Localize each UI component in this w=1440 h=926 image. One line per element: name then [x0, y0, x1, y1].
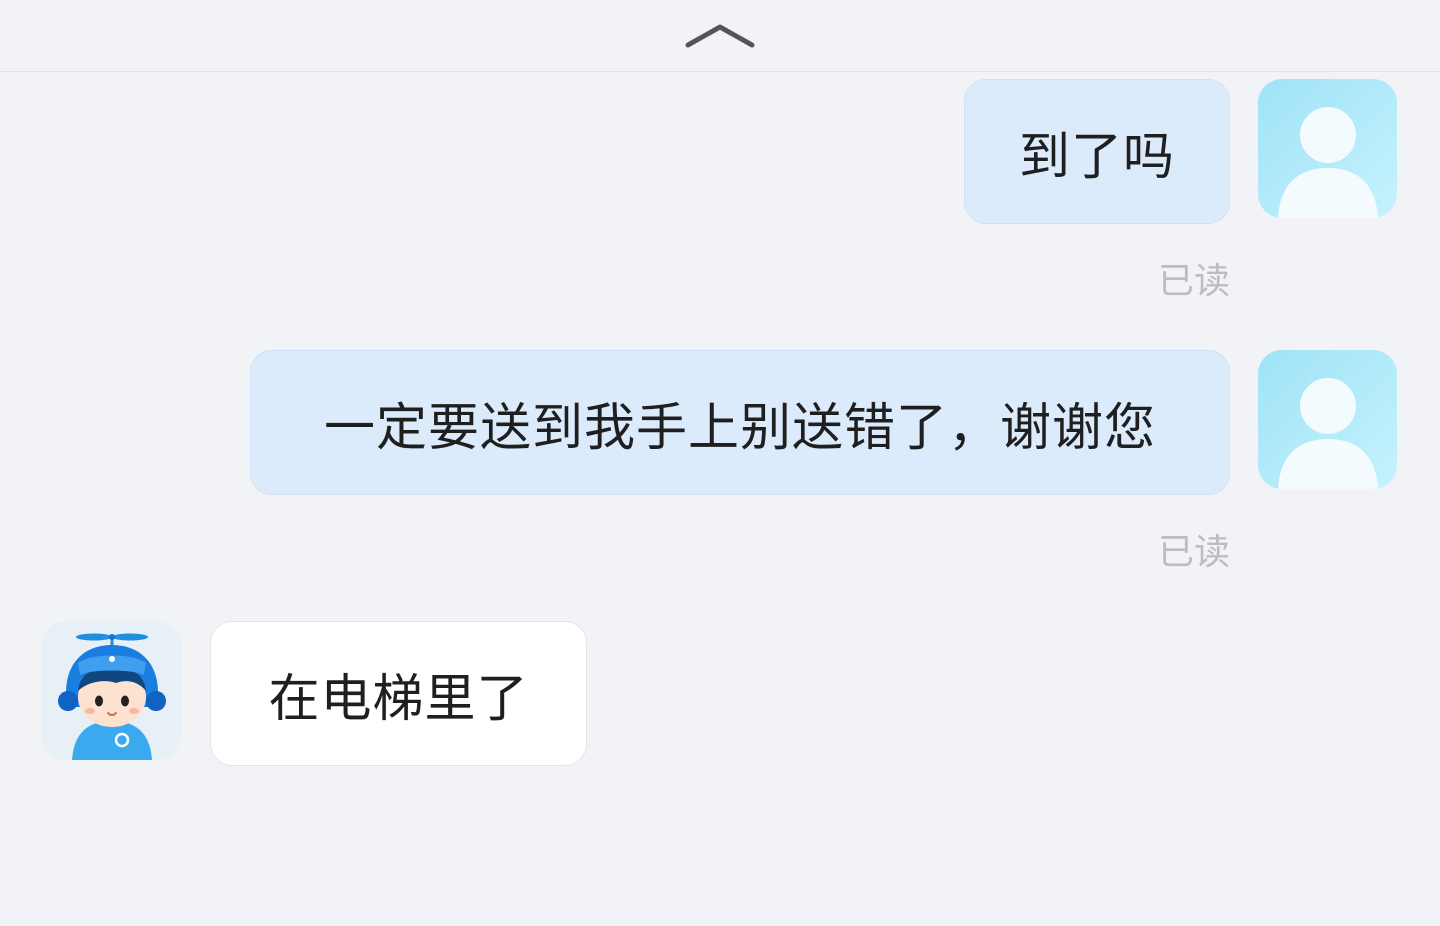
chevron-up-icon[interactable] — [680, 14, 760, 58]
message-text: 一定要送到我手上别送错了，谢谢您 — [323, 398, 1156, 458]
message-text: 到了吗 — [1018, 127, 1175, 187]
user-avatar[interactable] — [1258, 79, 1397, 218]
message-bubble-outgoing[interactable]: 一定要送到我手上别送错了，谢谢您 — [250, 350, 1230, 495]
read-status: 已读 — [1157, 261, 1230, 302]
message-text: 在电梯里了 — [268, 669, 529, 729]
courier-mascot-avatar[interactable] — [42, 621, 181, 760]
chat-top-bar — [0, 0, 1440, 72]
message-bubble-incoming[interactable]: 在电梯里了 — [210, 621, 587, 766]
message-bubble-outgoing[interactable]: 到了吗 — [964, 79, 1230, 224]
read-status: 已读 — [1157, 532, 1230, 573]
user-avatar[interactable] — [1258, 350, 1397, 489]
